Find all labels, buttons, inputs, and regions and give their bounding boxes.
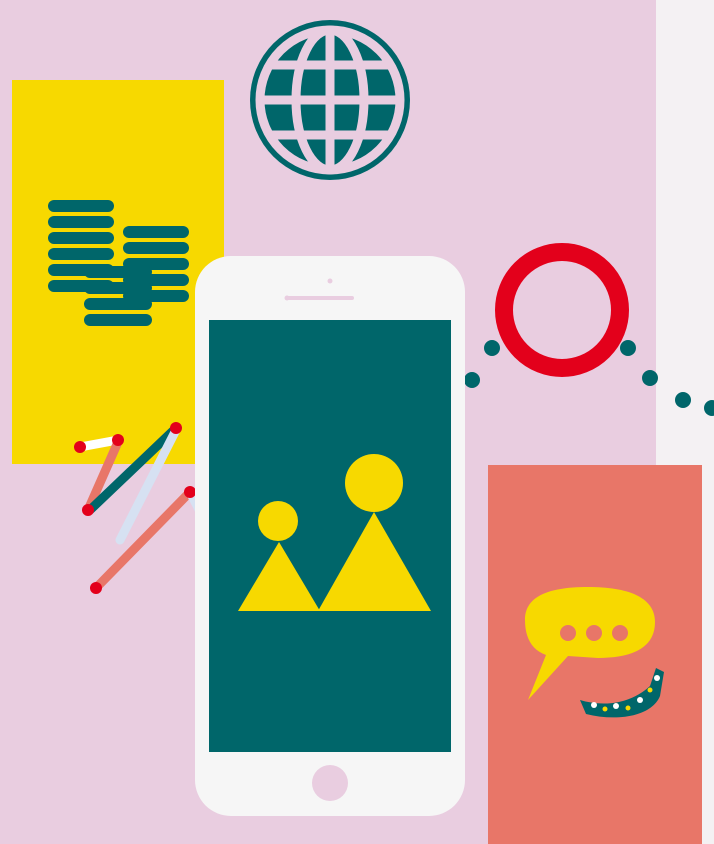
globe-icon [250,20,410,180]
illustration-layer [12,20,714,844]
phone-speaker [286,296,354,300]
phone-home-button [312,765,348,801]
phone-screen [209,320,451,752]
ring-icon [495,243,629,377]
illustration-scene [0,0,714,844]
phone-camera [327,278,333,284]
smartphone [195,256,465,816]
